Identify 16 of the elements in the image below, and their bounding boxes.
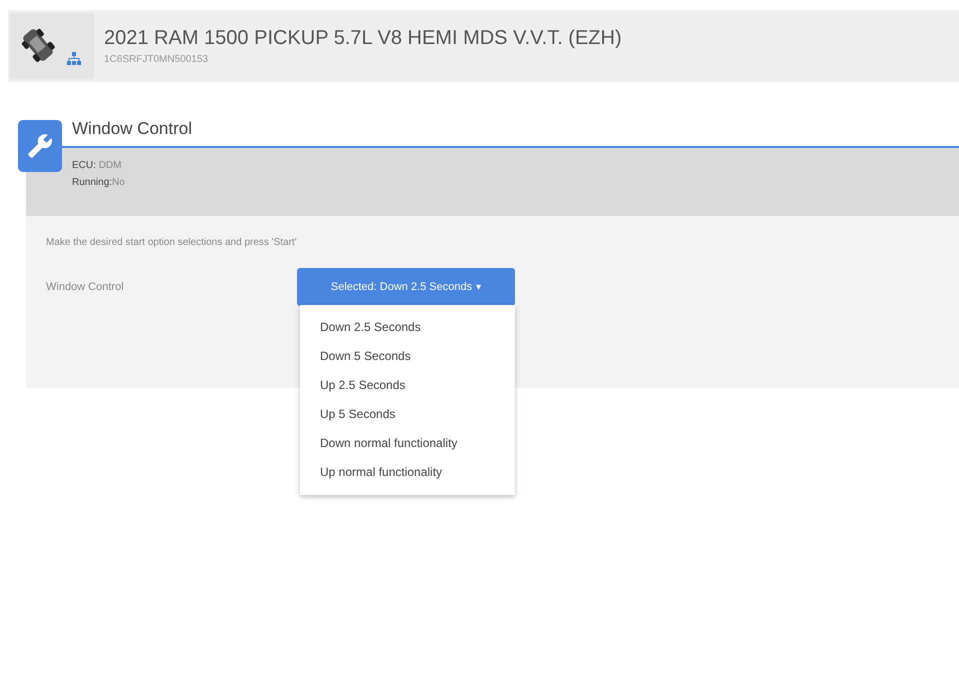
running-text: Running:No [72, 177, 126, 188]
dropdown-button[interactable]: Selected: Down 2.5 Seconds ▾ [297, 268, 515, 306]
panel-title: Window Control [72, 119, 192, 139]
menu-item[interactable]: Up 2.5 Seconds [300, 371, 515, 400]
hierarchy-icon [66, 51, 82, 67]
menu-item[interactable]: Up normal functionality [300, 458, 515, 487]
ecu-text: ECU: DDM [72, 160, 122, 171]
menu-item[interactable]: Down normal functionality [300, 429, 515, 458]
vin-text: 1C6SRFJT0MN500153 [104, 54, 209, 65]
menu-item[interactable]: Down 5 Seconds [300, 342, 515, 371]
menu-item[interactable]: Up 5 Seconds [300, 400, 515, 429]
caret-icon: ▾ [476, 281, 482, 293]
vehicle-title: 2021 RAM 1500 PICKUP 5.7L V8 HEMI MDS V.V.T. (EZH) [104, 27, 622, 50]
instruction-text: Make the desired start option selections and press 'Start' [46, 237, 297, 248]
menu-item[interactable]: Down 2.5 Seconds [300, 313, 515, 342]
option-label: Window Control [46, 281, 125, 293]
